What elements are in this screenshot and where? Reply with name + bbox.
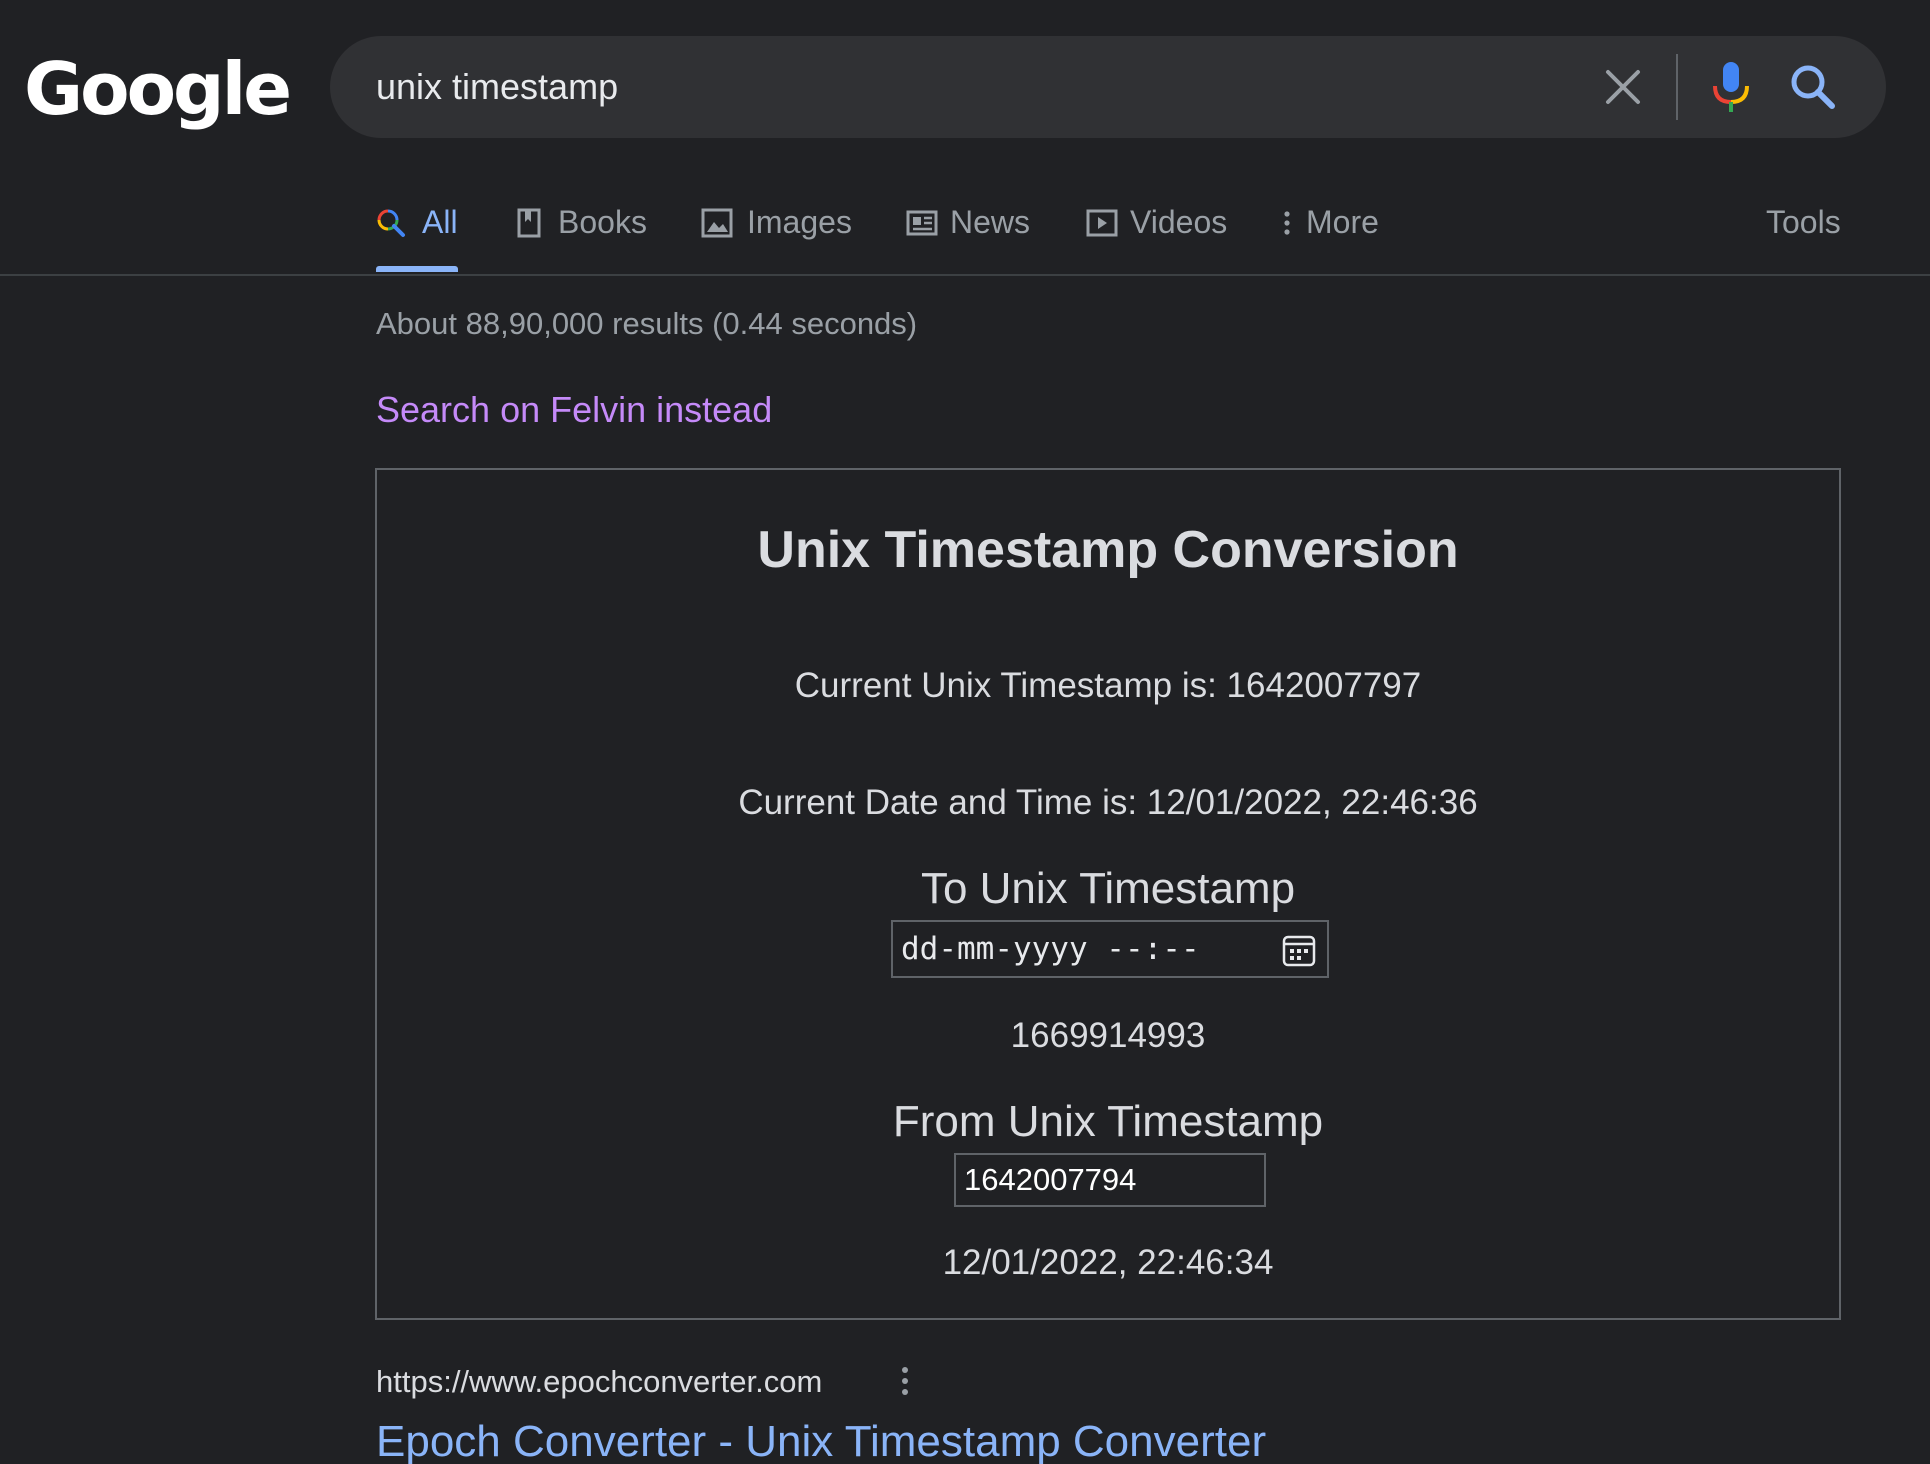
more-vert-icon [1282,208,1292,246]
tab-label: Books [558,204,647,240]
tab-news[interactable]: News [906,196,1036,276]
current-datetime: Current Date and Time is: 12/01/2022, 22… [738,783,1478,822]
tabs-divider [0,274,1930,276]
tab-label: More [1306,204,1379,240]
tab-images[interactable]: Images [701,196,861,276]
current-timestamp: Current Unix Timestamp is: 1642007797 [794,666,1422,705]
datetime-input[interactable]: dd-mm-yyyy --:-- [891,920,1329,978]
calendar-icon[interactable] [1281,932,1317,968]
active-tab-indicator [376,266,458,272]
tab-label: News [950,204,1031,240]
search-icon [376,208,406,246]
widget-title: Unix Timestamp Conversion [757,521,1459,579]
mic-icon[interactable] [1704,58,1758,116]
from-unix-heading: From Unix Timestamp [892,1097,1324,1146]
datetime-placeholder: dd-mm-yyyy --:-- [901,931,1200,967]
search-icon[interactable] [1786,60,1840,114]
alt-search-link[interactable]: Search on Felvin instead [376,388,772,432]
news-icon [906,208,938,246]
tab-label: All [422,204,458,240]
timestamp-widget: Unix Timestamp Conversion Current Unix T… [375,468,1841,1320]
tab-videos[interactable]: Videos [1086,196,1236,276]
timestamp-input[interactable] [954,1153,1266,1207]
more-vert-icon[interactable] [890,1364,920,1400]
result-title-link[interactable]: Epoch Converter - Unix Timestamp Convert… [376,1414,1266,1464]
tools-button[interactable]: Tools [1766,202,1841,242]
image-icon [701,208,733,246]
close-icon[interactable] [1598,62,1648,112]
to-unix-result: 1669914993 [1010,1016,1206,1055]
tab-more[interactable]: More [1282,196,1392,276]
tab-all[interactable]: All [376,196,458,276]
search-bar [330,36,1886,138]
video-icon [1086,208,1118,246]
result-stats: About 88,90,000 results (0.44 seconds) [376,306,918,341]
google-logo[interactable]: Google [24,44,292,134]
tab-label: Videos [1130,204,1228,240]
tab-label: Images [747,204,852,240]
tab-books[interactable]: Books [516,196,647,276]
search-input[interactable] [376,60,1576,114]
result-url: https://www.epochconverter.com [376,1364,823,1399]
book-icon [516,208,542,246]
page: Google unix timestamp All Books Images N… [0,0,1930,1464]
search-divider [1676,54,1678,120]
from-unix-result: 12/01/2022, 22:46:34 [942,1243,1274,1282]
to-unix-heading: To Unix Timestamp [920,864,1296,913]
